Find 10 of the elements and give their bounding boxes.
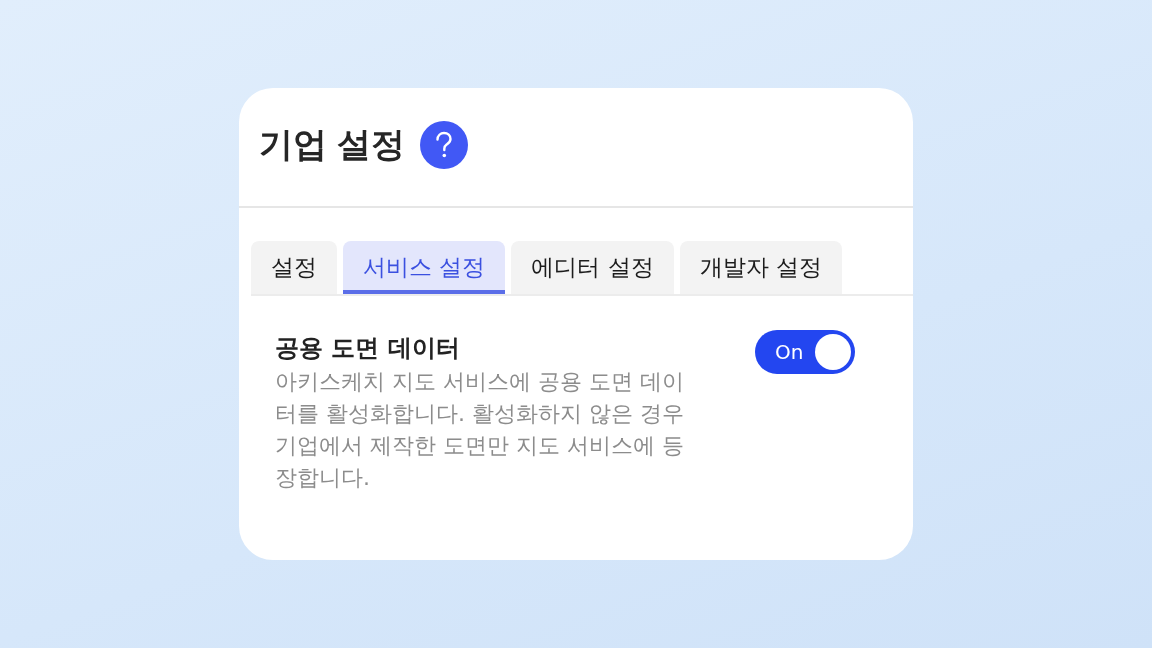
tab[interactable]: 서비스 설정 [343, 241, 506, 294]
tab[interactable]: 에디터 설정 [511, 241, 674, 294]
setting-title: 공용 도면 데이터 [275, 333, 461, 364]
tab[interactable]: 개발자 설정 [679, 241, 842, 294]
toggle-switch[interactable]: On [755, 330, 855, 374]
help-icon[interactable] [420, 121, 469, 169]
toggle-knob-icon [815, 334, 851, 370]
card-title: 기업 설정 [259, 123, 405, 166]
tab[interactable]: 설정 [251, 241, 337, 294]
setting-description: 아키스케치 지도 서비스에 공용 도면 데이터를 활성화합니다. 활성화하지 않은 경우 기업에서 제작한 도면만 지도 서비스에 등장합니다. [275, 368, 685, 492]
